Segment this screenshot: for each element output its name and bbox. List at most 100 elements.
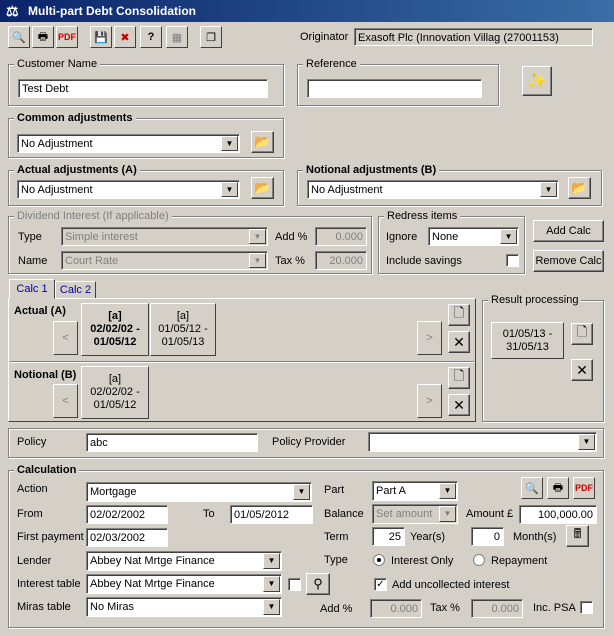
delete-button[interactable]: ✖: [114, 26, 136, 48]
notes-button[interactable]: ▦: [166, 26, 188, 48]
miras-select[interactable]: No Miras ▼: [86, 597, 282, 617]
print-button[interactable]: 🖶: [32, 26, 54, 48]
notional-adjustments-select[interactable]: No Adjustment ▼: [307, 180, 559, 199]
pdf-icon: PDF: [575, 483, 593, 493]
lender-select[interactable]: Abbey Nat Mrtge Finance ▼: [86, 551, 282, 571]
chevron-down-icon[interactable]: ▼: [221, 136, 238, 151]
windows-button[interactable]: ❐: [200, 26, 222, 48]
amount-input[interactable]: 100,000.00: [519, 505, 597, 524]
actual-card-1[interactable]: [a] 02/02/02 - 01/05/12: [81, 303, 149, 356]
repayment-radio[interactable]: [473, 554, 485, 566]
dividend-type-select[interactable]: Simple interest ▼: [61, 227, 268, 246]
notional-new-button[interactable]: 🗋: [448, 367, 470, 389]
notional-card-1[interactable]: [a] 02/02/02 - 01/05/12: [81, 366, 149, 419]
chevron-down-icon[interactable]: ▼: [263, 576, 280, 592]
dividend-add-input[interactable]: 0.000: [315, 227, 367, 246]
from-input[interactable]: 02/02/2002: [86, 505, 168, 524]
help-button[interactable]: ?: [140, 26, 162, 48]
calculator-icon: 🖩: [573, 526, 582, 541]
notional-prev-button[interactable]: <: [53, 384, 78, 418]
customer-name-input[interactable]: Test Debt: [18, 79, 268, 98]
part-select[interactable]: Part A ▼: [372, 481, 458, 501]
result-remove-button[interactable]: ✕: [571, 359, 593, 381]
actual-next-button[interactable]: >: [417, 321, 442, 355]
common-adjustments-open-button[interactable]: 📂: [251, 131, 274, 153]
pdf-button[interactable]: PDF: [56, 26, 78, 48]
tab-calc-1[interactable]: Calc 1: [9, 279, 55, 299]
interest-only-radio[interactable]: [373, 554, 385, 566]
wand-button[interactable]: ✨: [522, 66, 552, 96]
dividend-name-select[interactable]: Court Rate ▼: [61, 251, 268, 270]
lender-value: Abbey Nat Mrtge Finance: [90, 555, 215, 567]
include-savings-label: Include savings: [386, 255, 462, 267]
chevron-down-icon[interactable]: ▼: [578, 434, 595, 450]
actual-label: Actual (A): [14, 305, 66, 317]
actual-new-button[interactable]: 🗋: [448, 304, 470, 326]
calculation-label: Calculation: [14, 464, 80, 476]
actual-card-2[interactable]: [a] 01/05/12 - 01/05/13: [150, 303, 216, 356]
close-icon: ✕: [453, 333, 465, 350]
actual-card-1-line2: 01/05/12: [93, 336, 137, 348]
chevron-down-icon[interactable]: ▼: [263, 553, 280, 569]
first-payment-input[interactable]: 02/03/2002: [86, 528, 168, 547]
calculator-button[interactable]: 🖩: [566, 525, 589, 547]
calc-add-input[interactable]: 0.000: [370, 599, 422, 618]
term-months-input[interactable]: 0: [471, 527, 504, 546]
notional-remove-button[interactable]: ✕: [448, 394, 470, 416]
notional-next-button[interactable]: >: [417, 384, 442, 418]
notional-adjustments-open-button[interactable]: 📂: [568, 177, 591, 199]
close-icon: ✕: [576, 361, 588, 378]
redress-ignore-select[interactable]: None ▼: [428, 227, 519, 246]
balance-label: Balance: [324, 508, 364, 520]
chevron-down-icon[interactable]: ▼: [249, 229, 266, 244]
redress-ignore-value: None: [432, 231, 459, 243]
calc-preview-button[interactable]: 🔍: [521, 477, 543, 499]
balance-select[interactable]: Set amount ▼: [372, 504, 458, 524]
policy-input[interactable]: abc: [86, 433, 258, 452]
notional-card-1-line1: 02/02/02 -: [90, 386, 140, 398]
include-savings-checkbox[interactable]: [506, 254, 519, 267]
redress-ignore-label: Ignore: [386, 231, 418, 243]
actual-adjustments-select[interactable]: No Adjustment ▼: [17, 180, 240, 199]
chevron-down-icon[interactable]: ▼: [540, 182, 557, 197]
add-uncollected-label: Add uncollected interest: [392, 579, 510, 591]
print-preview-icon: 🔍: [525, 482, 539, 495]
to-input[interactable]: 01/05/2012: [230, 505, 313, 524]
dividend-add-label: Add %: [275, 231, 308, 243]
interest-table-select[interactable]: Abbey Nat Mrtge Finance ▼: [86, 574, 282, 594]
search-button[interactable]: ⚲: [306, 573, 330, 595]
calc-pdf-button[interactable]: PDF: [573, 477, 595, 499]
save-button[interactable]: 💾: [90, 26, 112, 48]
add-calc-button[interactable]: Add Calc: [533, 220, 604, 242]
dividend-tax-input[interactable]: 20.000: [315, 251, 367, 270]
calc-tax-input[interactable]: 0.000: [471, 599, 523, 618]
inc-psa-checkbox[interactable]: [580, 601, 593, 614]
print-preview-button[interactable]: 🔍: [8, 26, 30, 48]
remove-calc-button[interactable]: Remove Calc: [533, 250, 604, 272]
inc-psa-label: Inc. PSA: [533, 602, 576, 614]
actual-remove-button[interactable]: ✕: [448, 331, 470, 353]
chevron-down-icon[interactable]: ▼: [439, 506, 456, 522]
add-uncollected-checkbox[interactable]: ✓: [374, 578, 387, 591]
chevron-down-icon[interactable]: ▼: [439, 483, 456, 499]
notional-card-1-line2: 01/05/12: [93, 399, 137, 411]
chevron-down-icon[interactable]: ▼: [221, 182, 238, 197]
first-payment-label: First payment: [17, 531, 84, 543]
printer-icon: 🖶: [552, 481, 564, 494]
calc-print-button[interactable]: 🖶: [547, 477, 569, 499]
chevron-down-icon[interactable]: ▼: [263, 599, 280, 615]
result-new-button[interactable]: 🗋: [571, 323, 593, 345]
chevron-down-icon[interactable]: ▼: [293, 484, 310, 500]
actual-prev-button[interactable]: <: [53, 321, 78, 355]
reference-input[interactable]: [307, 79, 482, 98]
chevron-down-icon[interactable]: ▼: [249, 253, 266, 268]
term-years-input[interactable]: 25: [372, 527, 405, 546]
chevron-down-icon[interactable]: ▼: [500, 229, 517, 244]
policy-provider-select[interactable]: ▼: [368, 432, 597, 452]
actual-adjustments-open-button[interactable]: 📂: [251, 177, 274, 199]
action-select[interactable]: Mortgage ▼: [86, 482, 312, 502]
tab-calc-2[interactable]: Calc 2: [55, 281, 96, 299]
common-adjustments-select[interactable]: No Adjustment ▼: [17, 134, 240, 153]
result-card[interactable]: 01/05/13 - 31/05/13: [491, 322, 564, 359]
interest-table-checkbox[interactable]: [288, 578, 301, 591]
